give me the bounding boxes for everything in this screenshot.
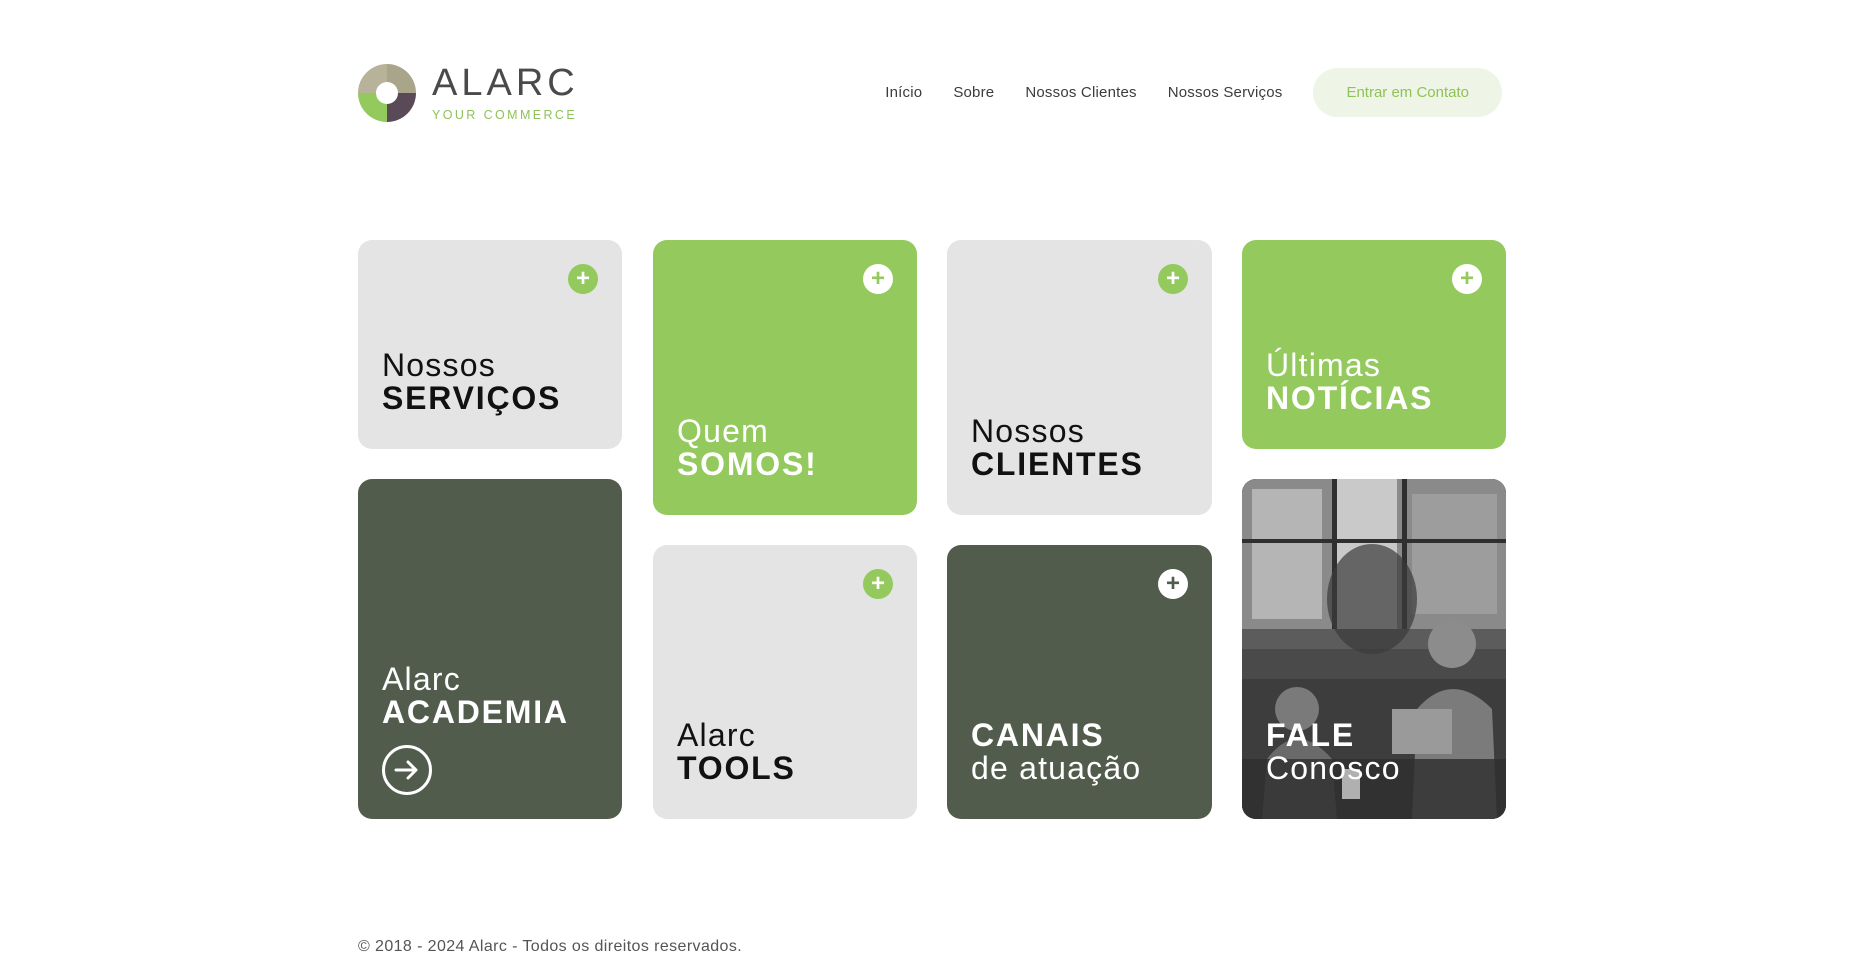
card-title-line1: Nossos: [971, 413, 1085, 449]
card-alarc-tools[interactable]: + Alarc TOOLS: [653, 545, 917, 819]
arrow-right-icon: [394, 760, 418, 780]
card-title-line2: SOMOS!: [677, 446, 818, 482]
card-title-line1: Alarc: [677, 717, 756, 753]
card-nossos-servicos[interactable]: + Nossos SERVIÇOS: [358, 240, 622, 449]
contact-button[interactable]: Entrar em Contato: [1313, 68, 1502, 117]
plus-icon[interactable]: +: [863, 569, 893, 599]
plus-icon[interactable]: +: [1158, 264, 1188, 294]
logo-tagline: YOUR COMMERCE: [432, 108, 578, 122]
nav-link-inicio[interactable]: Início: [885, 84, 922, 101]
card-title-line2: ACADEMIA: [382, 694, 569, 730]
plus-icon[interactable]: +: [1158, 569, 1188, 599]
nav-link-sobre[interactable]: Sobre: [953, 84, 994, 101]
card-title-line2: NOTÍCIAS: [1266, 380, 1434, 416]
plus-icon[interactable]: +: [568, 264, 598, 294]
card-title-line1: Quem: [677, 413, 769, 449]
card-fale-conosco[interactable]: FALE Conosco: [1242, 479, 1506, 819]
card-ultimas-noticias[interactable]: + Últimas NOTÍCIAS: [1242, 240, 1506, 449]
card-alarc-academia[interactable]: Alarc ACADEMIA: [358, 479, 622, 819]
card-title-line2: TOOLS: [677, 750, 796, 786]
logo-name: ALARC: [432, 62, 579, 104]
card-title-line2: SERVIÇOS: [382, 380, 562, 416]
arrow-right-circle-icon[interactable]: [382, 745, 432, 795]
nav-link-nossos-clientes[interactable]: Nossos Clientes: [1025, 84, 1136, 101]
card-title-line2: de atuação: [971, 750, 1142, 786]
card-title-line1: Nossos: [382, 347, 496, 383]
plus-icon[interactable]: +: [863, 264, 893, 294]
card-title-line2: Conosco: [1266, 750, 1401, 786]
footer-copyright: © 2018 - 2024 Alarc - Todos os direitos …: [358, 938, 743, 955]
plus-icon[interactable]: +: [1452, 264, 1482, 294]
card-title-line1: Últimas: [1266, 347, 1382, 383]
card-title-line2: CLIENTES: [971, 446, 1144, 482]
card-quem-somos[interactable]: + Quem SOMOS!: [653, 240, 917, 515]
card-title-line1: Alarc: [382, 661, 461, 697]
nav-link-nossos-servicos[interactable]: Nossos Serviços: [1168, 84, 1283, 101]
logo[interactable]: ALARC YOUR COMMERCE: [358, 64, 579, 122]
logo-mark-icon: [358, 64, 416, 122]
card-title-line1: CANAIS: [971, 717, 1105, 753]
card-nossos-clientes[interactable]: + Nossos CLIENTES: [947, 240, 1212, 515]
page: ALARC YOUR COMMERCE Início Sobre Nossos …: [0, 0, 1854, 974]
card-canais-atuacao[interactable]: + CANAIS de atuação: [947, 545, 1212, 819]
main-nav: Início Sobre Nossos Clientes Nossos Serv…: [854, 68, 1502, 117]
card-title-line1: FALE: [1266, 717, 1355, 753]
